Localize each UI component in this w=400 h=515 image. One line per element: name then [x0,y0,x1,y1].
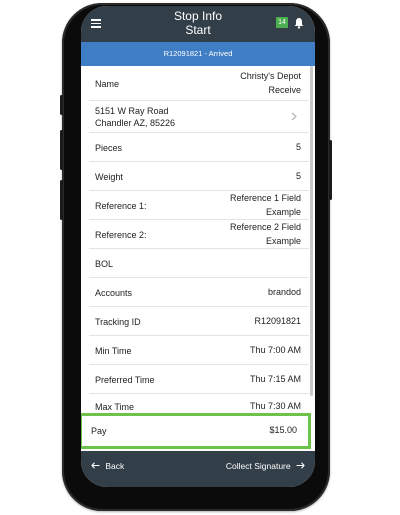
pay-value: $15.00 [269,425,297,435]
address-line2: Chandler AZ, 85226 [95,118,176,128]
bottom-action-bar: Back Collect Signature [81,451,315,487]
reference1-value: Reference 1 Field Example [230,191,301,219]
max-time-label: Max Time [95,402,135,412]
tracking-id-label: Tracking ID [95,317,141,327]
back-button-label: Back [105,461,125,471]
arrow-right-icon [296,462,305,469]
pay-row-highlight: Pay $15.00 [81,413,311,449]
address-line1: 5151 W Ray Road [95,106,169,116]
reference2-value-line2: Example [265,236,301,246]
phone-side-button [60,130,63,170]
name-value: Christy's Depot Receive [240,69,301,97]
name-label: Name [95,79,120,89]
detail-row-tracking-id: Tracking ID R12091821 [89,307,309,336]
app-screen: Stop Info Start 14 R12091821 - Arrived N… [81,6,315,487]
max-time-value: Thu 7:30 AM [249,401,301,411]
collect-signature-label: Collect Signature [225,461,291,471]
detail-row-reference1: Reference 1: Reference 1 Field Example [89,191,309,220]
stop-details-list: Name Christy's Depot Receive 5151 W Ray … [81,66,315,451]
detail-row-accounts: Accounts brandod [89,278,309,307]
page-title-line2: Start [185,23,211,37]
detail-row-address[interactable]: 5151 W Ray Road Chandler AZ, 85226 [89,101,309,133]
pieces-value: 5 [295,142,301,152]
collect-signature-button[interactable]: Collect Signature [226,459,305,473]
address-value: 5151 W Ray Road Chandler AZ, 85226 [95,105,175,129]
reference1-label: Reference 1: [95,201,147,211]
chevron-right-icon[interactable] [291,112,297,121]
reference2-value-line1: Reference 2 Field [229,222,301,232]
preferred-time-value: Thu 7:15 AM [249,374,301,384]
min-time-value: Thu 7:00 AM [249,345,301,355]
bol-label: BOL [95,259,114,269]
detail-row-pay: Pay $15.00 [85,416,305,446]
detail-row-pieces: Pieces 5 [89,133,309,162]
accounts-label: Accounts [95,288,133,298]
detail-row-name: Name Christy's Depot Receive [89,66,309,101]
reference1-value-line2: Example [265,207,301,217]
notification-count-badge[interactable]: 14 [276,17,288,28]
weight-value: 5 [295,171,301,181]
phone-side-button [60,95,63,115]
name-value-line2: Receive [268,85,301,95]
accounts-value: brandod [267,287,301,297]
tracking-id-value: R12091821 [254,316,301,326]
reference2-value: Reference 2 Field Example [230,220,301,248]
back-button[interactable]: Back [91,459,124,473]
arrow-left-icon [91,462,100,469]
pieces-label: Pieces [95,143,123,153]
detail-row-bol: BOL [89,249,309,278]
detail-row-preferred-time: Preferred Time Thu 7:15 AM [89,365,309,394]
bell-icon[interactable] [293,17,305,29]
phone-side-button [329,140,332,200]
scrollbar[interactable] [310,66,313,396]
page-title-line1: Stop Info [173,9,223,23]
reference2-label: Reference 2: [95,230,147,240]
stop-status-bar: R12091821 - Arrived [81,42,315,66]
name-value-line1: Christy's Depot [240,71,301,81]
detail-row-max-time: Max Time Thu 7:30 AM [89,394,309,412]
detail-row-weight: Weight 5 [89,162,309,191]
preferred-time-label: Preferred Time [95,375,155,385]
reference1-value-line1: Reference 1 Field [229,193,301,203]
weight-label: Weight [95,172,123,182]
phone-side-button [60,180,63,220]
detail-row-reference2: Reference 2: Reference 2 Field Example [89,220,309,249]
detail-row-min-time: Min Time Thu 7:00 AM [89,336,309,365]
hamburger-menu-icon[interactable] [91,19,101,30]
min-time-label: Min Time [95,346,132,356]
pay-label: Pay [91,426,107,436]
page-title: Stop Info Start [121,9,275,37]
top-app-bar: Stop Info Start 14 [81,6,315,42]
